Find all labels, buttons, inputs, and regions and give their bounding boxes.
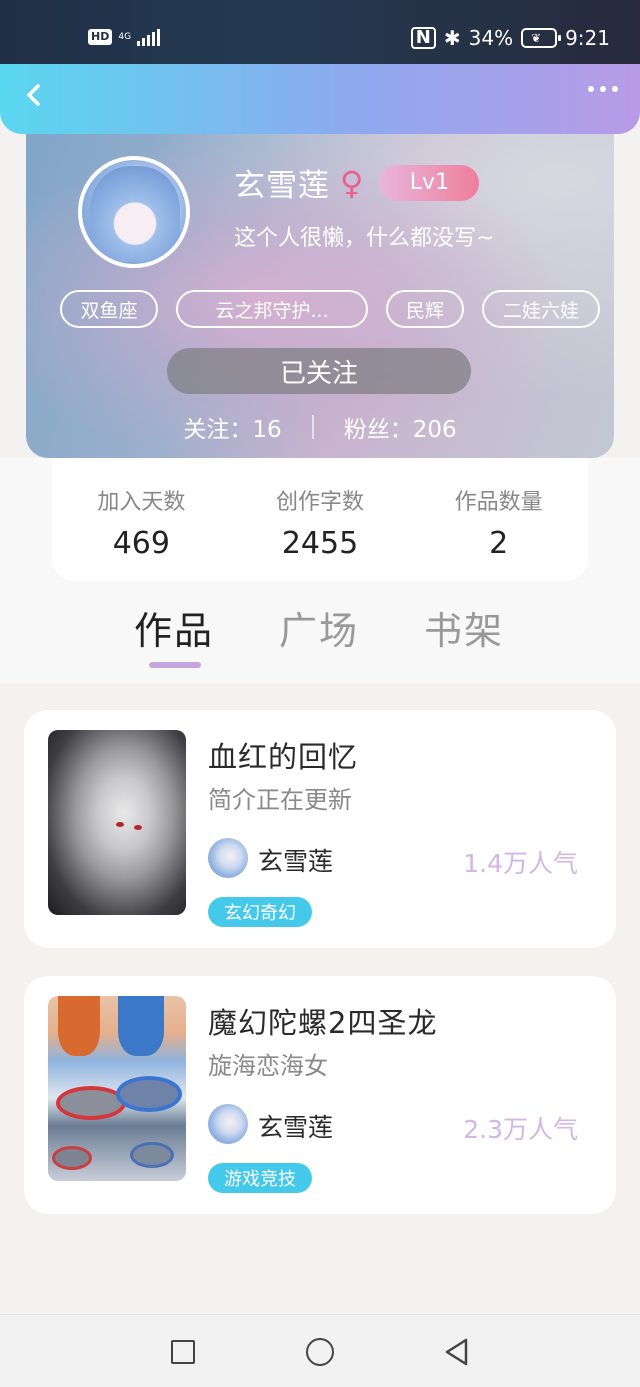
more-dots-icon bbox=[588, 86, 594, 92]
status-left: HD 4G bbox=[88, 28, 161, 46]
female-icon: ♀ bbox=[340, 163, 364, 202]
battery-icon: ❦ bbox=[521, 28, 562, 48]
username-row: 玄雪莲 ♀ Lv1 bbox=[234, 160, 480, 205]
counts-divider bbox=[311, 415, 314, 439]
more-button[interactable] bbox=[588, 86, 618, 92]
avatar[interactable] bbox=[78, 156, 190, 268]
work-card[interactable]: 魔幻陀螺2四圣龙 旋海恋海女 玄雪莲 2.3万人气 游戏竞技 bbox=[24, 976, 616, 1214]
author-name: 玄雪莲 bbox=[258, 1113, 334, 1142]
popularity-count: 2.3万人气 bbox=[463, 1115, 578, 1144]
battery-percent: 34% bbox=[468, 26, 514, 50]
stat-label: 作品数量 bbox=[454, 490, 543, 515]
work-title: 血红的回忆 bbox=[208, 740, 359, 774]
stat-work-count: 作品数量 2 bbox=[409, 458, 588, 581]
tab-square[interactable]: 广场 bbox=[279, 600, 359, 655]
tab-bookshelf[interactable]: 书架 bbox=[424, 600, 504, 655]
content-tabs: 作品 广场 书架 bbox=[0, 596, 640, 682]
profile-tag[interactable]: 双鱼座 bbox=[60, 290, 158, 328]
stat-value: 2455 bbox=[281, 526, 359, 561]
stat-word-count: 创作字数 2455 bbox=[231, 458, 410, 581]
work-description: 简介正在更新 bbox=[208, 786, 352, 814]
hd-icon: HD bbox=[88, 29, 113, 45]
stats-card: 加入天数 469 创作字数 2455 作品数量 2 bbox=[52, 458, 588, 581]
stat-value: 2 bbox=[489, 526, 509, 561]
username: 玄雪莲 bbox=[234, 168, 330, 204]
system-nav-bar bbox=[0, 1314, 640, 1387]
work-description: 旋海恋海女 bbox=[208, 1052, 328, 1080]
work-cover-image bbox=[48, 730, 186, 915]
stat-label: 加入天数 bbox=[97, 490, 186, 515]
profile-tag[interactable]: 云之邦守护... bbox=[176, 290, 368, 328]
followers-count[interactable]: 粉丝：206 bbox=[344, 410, 457, 444]
follow-button[interactable]: 已关注 bbox=[167, 348, 471, 394]
work-card[interactable]: 血红的回忆 简介正在更新 玄雪莲 1.4万人气 玄幻奇幻 bbox=[24, 710, 616, 948]
genre-tag: 玄幻奇幻 bbox=[208, 897, 312, 927]
author-name: 玄雪莲 bbox=[258, 847, 334, 876]
status-right: N ✱ 34% ❦ 9:21 bbox=[410, 26, 610, 50]
stat-value: 469 bbox=[112, 526, 170, 561]
profile-tags: 双鱼座 云之邦守护... 民辉 二娃六娃 bbox=[60, 290, 600, 328]
work-title: 魔幻陀螺2四圣龙 bbox=[208, 1006, 438, 1040]
genre-tag: 游戏竞技 bbox=[208, 1163, 312, 1193]
following-count[interactable]: 关注：16 bbox=[183, 410, 281, 444]
author-avatar bbox=[208, 838, 248, 878]
level-badge: Lv1 bbox=[379, 164, 480, 201]
works-list: 血红的回忆 简介正在更新 玄雪莲 1.4万人气 玄幻奇幻 魔幻陀螺2四圣龙 旋海… bbox=[0, 683, 640, 1214]
status-bar: HD 4G N ✱ 34% ❦ 9:21 bbox=[0, 0, 640, 64]
circle-icon[interactable] bbox=[306, 1338, 334, 1366]
tab-indicator bbox=[149, 662, 201, 668]
follow-counts: 关注：16 粉丝：206 bbox=[26, 410, 614, 444]
triangle-back-icon[interactable] bbox=[442, 1337, 472, 1367]
stat-join-days: 加入天数 469 bbox=[52, 458, 231, 581]
bluetooth-icon: ✱ bbox=[443, 26, 461, 50]
app-header bbox=[0, 64, 640, 134]
work-cover-image bbox=[48, 996, 186, 1181]
profile-tag[interactable]: 二娃六娃 bbox=[482, 290, 600, 328]
square-icon[interactable] bbox=[171, 1340, 195, 1364]
nfc-icon: N bbox=[410, 27, 436, 49]
profile-card: 玄雪莲 ♀ Lv1 这个人很懒，什么都没写~ 双鱼座 云之邦守护... 民辉 二… bbox=[26, 110, 614, 458]
network-type-label: 4G bbox=[118, 31, 132, 42]
tab-works[interactable]: 作品 bbox=[134, 600, 214, 655]
back-button[interactable] bbox=[18, 78, 52, 112]
popularity-count: 1.4万人气 bbox=[463, 849, 578, 878]
signal-icon bbox=[137, 28, 161, 46]
stat-label: 创作字数 bbox=[276, 490, 365, 515]
bio-text: 这个人很懒，什么都没写~ bbox=[234, 226, 495, 251]
clock: 9:21 bbox=[565, 26, 610, 50]
profile-tag[interactable]: 民辉 bbox=[386, 290, 464, 328]
avatar-image bbox=[90, 166, 180, 262]
author-avatar bbox=[208, 1104, 248, 1144]
chevron-left-icon bbox=[27, 84, 40, 106]
